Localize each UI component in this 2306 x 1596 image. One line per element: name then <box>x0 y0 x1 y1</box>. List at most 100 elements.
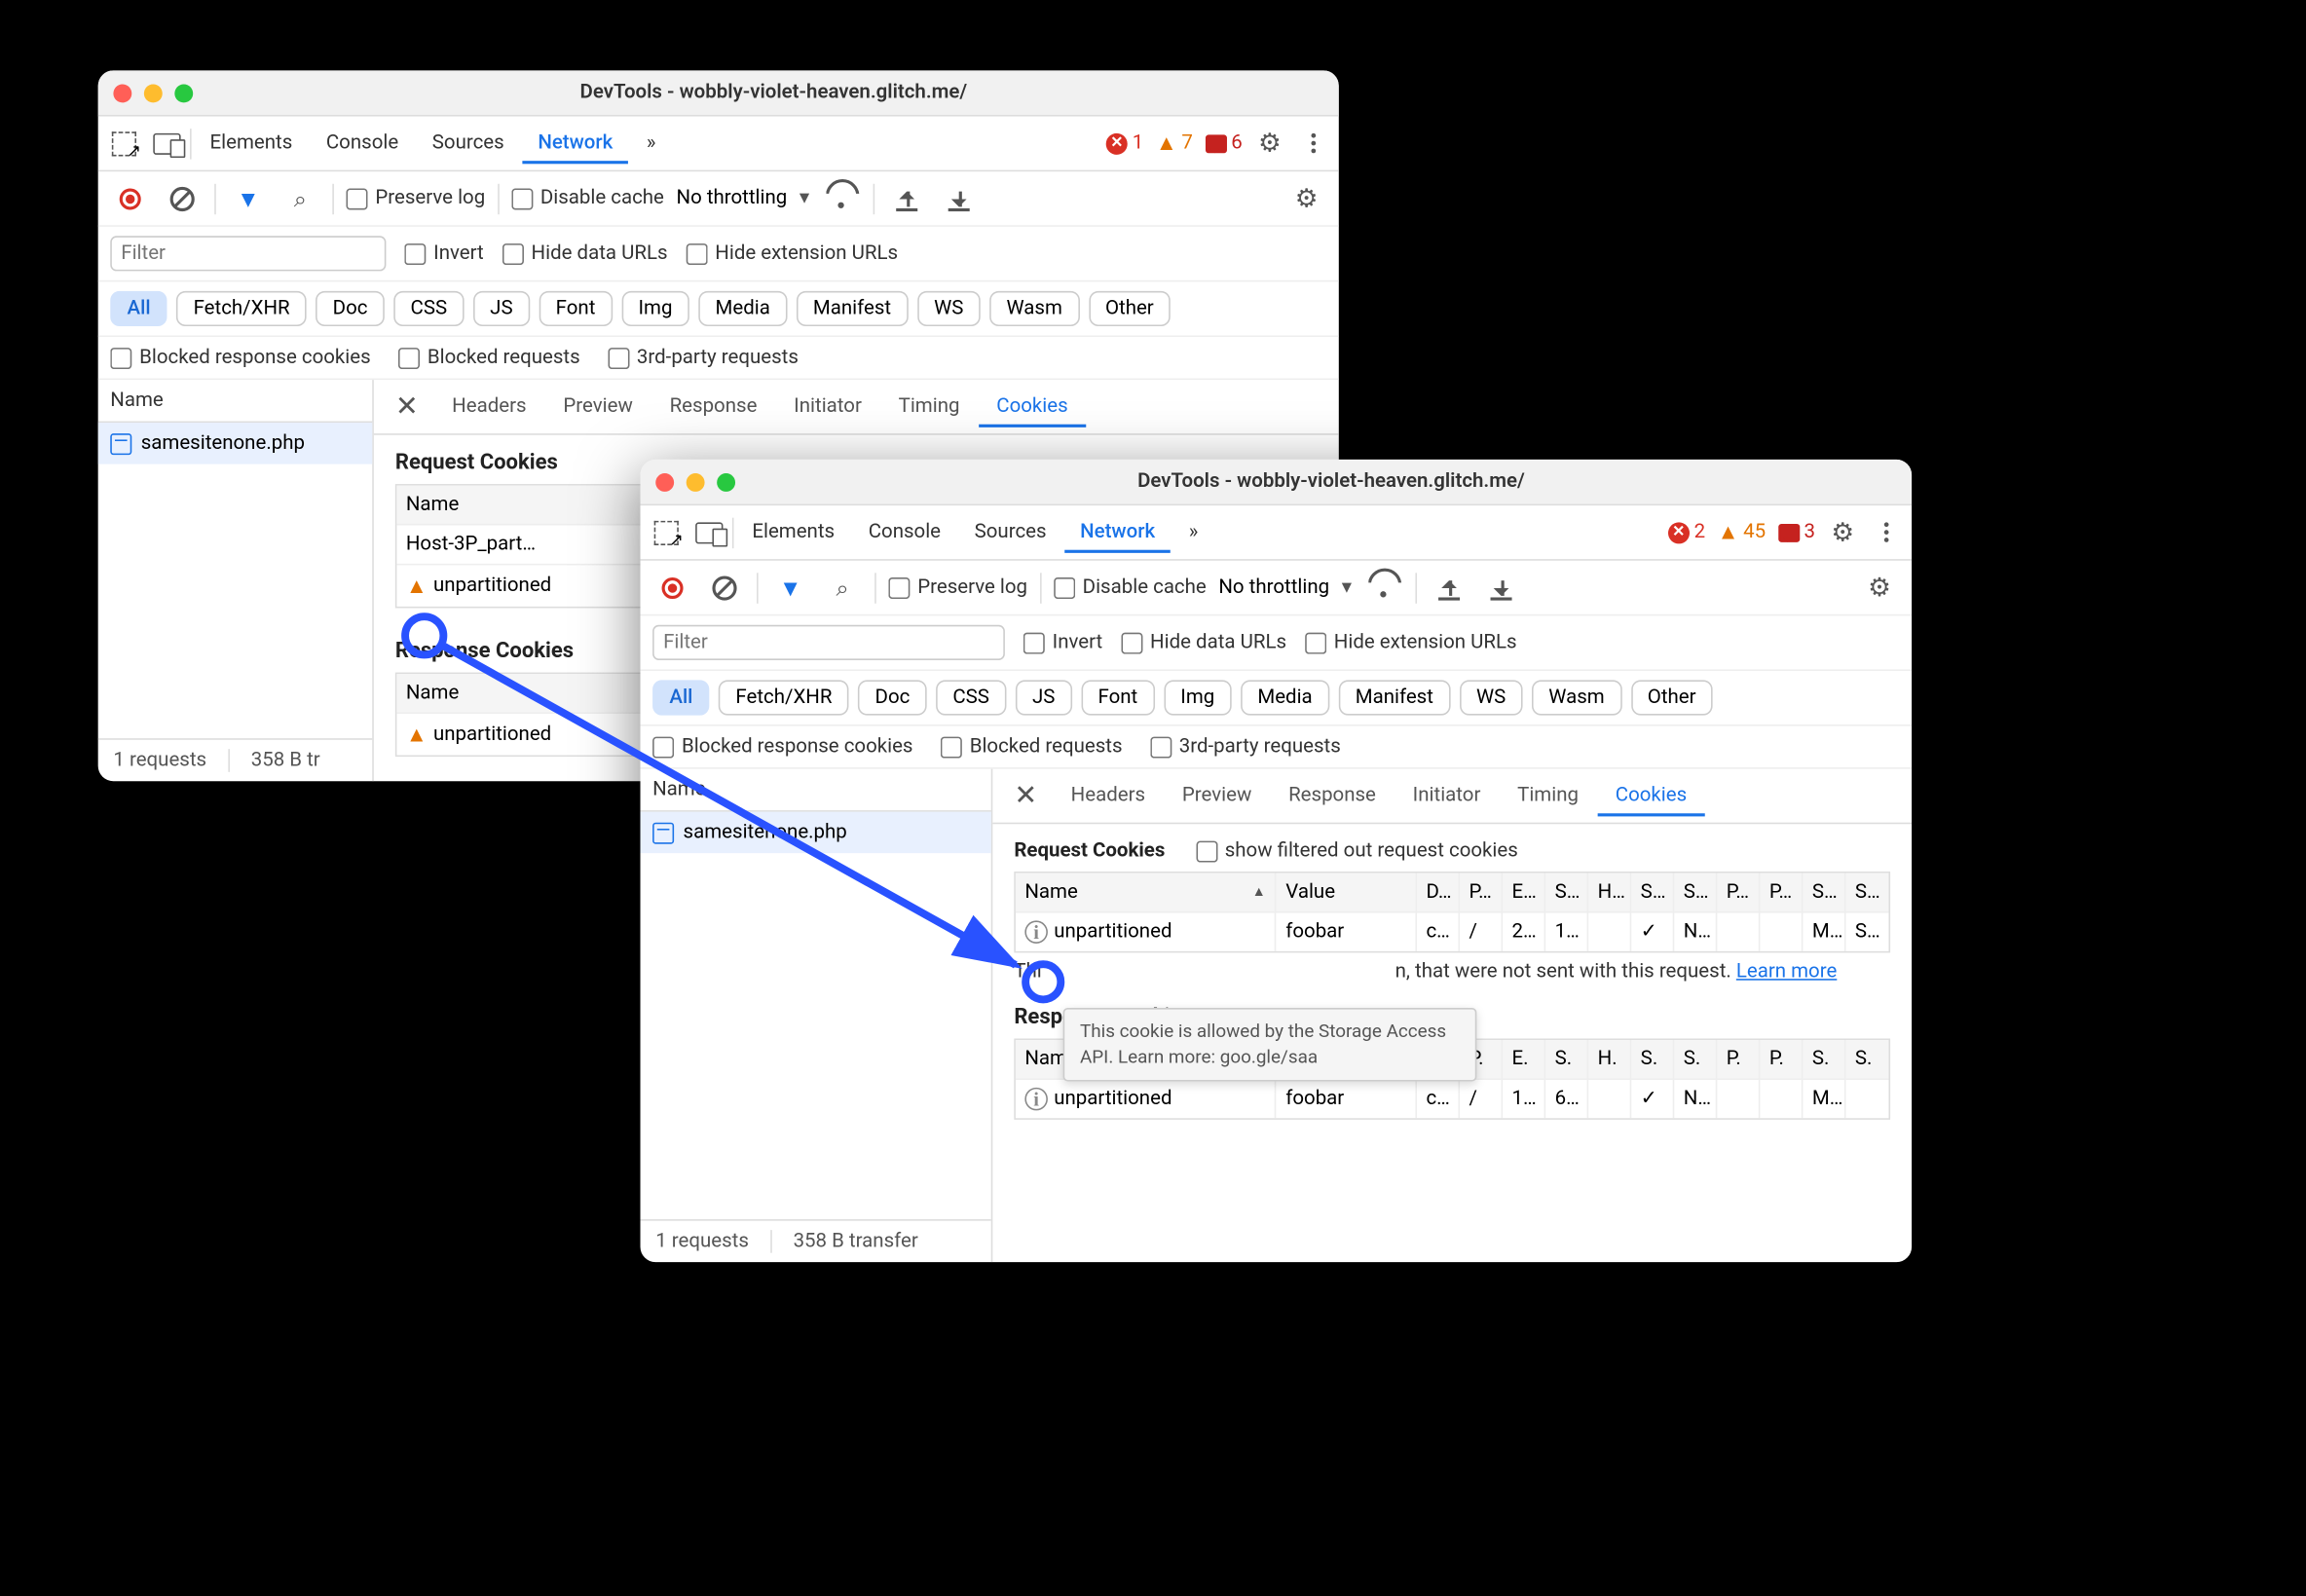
pill-font[interactable]: Font <box>1081 680 1154 715</box>
throttling-select[interactable]: No throttling <box>677 187 788 210</box>
pill-img[interactable]: Img <box>1164 680 1232 715</box>
tab-network[interactable]: Network <box>1064 511 1170 552</box>
subtab-timing[interactable]: Timing <box>1499 775 1597 816</box>
filter-toggle-icon[interactable]: ▼ <box>228 178 268 218</box>
subtab-initiator[interactable]: Initiator <box>775 386 879 427</box>
warning-badge[interactable]: ▲45 <box>1718 519 1767 545</box>
subtab-preview[interactable]: Preview <box>544 386 651 427</box>
preserve-log-checkbox[interactable]: Preserve log <box>888 575 1027 599</box>
thirdparty-checkbox[interactable]: 3rd-party requests <box>1150 735 1341 759</box>
disable-cache-checkbox[interactable]: Disable cache <box>511 187 664 210</box>
network-conditions-icon[interactable] <box>1364 568 1404 608</box>
request-row[interactable]: samesitenone.php <box>98 423 373 464</box>
pill-media[interactable]: Media <box>1241 680 1329 715</box>
tab-sources[interactable]: Sources <box>959 511 1061 552</box>
pill-wasm[interactable]: Wasm <box>989 291 1079 326</box>
zoom-window-icon[interactable] <box>174 84 193 102</box>
tab-console[interactable]: Console <box>853 511 956 552</box>
pill-all[interactable]: All <box>110 291 167 326</box>
pill-fetchxhr[interactable]: Fetch/XHR <box>176 291 307 326</box>
blocked-cookies-checkbox[interactable]: Blocked response cookies <box>110 346 370 369</box>
pill-media[interactable]: Media <box>698 291 787 326</box>
pill-css[interactable]: CSS <box>393 291 464 326</box>
subtab-cookies[interactable]: Cookies <box>1597 775 1705 816</box>
subtab-cookies[interactable]: Cookies <box>978 386 1086 427</box>
tab-elements[interactable]: Elements <box>737 511 850 552</box>
inspect-icon[interactable] <box>104 124 144 164</box>
filter-input[interactable] <box>652 625 1005 660</box>
blocked-cookies-checkbox[interactable]: Blocked response cookies <box>652 735 912 759</box>
pill-manifest[interactable]: Manifest <box>1338 680 1450 715</box>
pill-js[interactable]: JS <box>473 291 530 326</box>
subtab-preview[interactable]: Preview <box>1164 775 1270 816</box>
error-badge[interactable]: ✕2 <box>1668 521 1705 544</box>
close-detail-icon[interactable]: ✕ <box>380 390 433 423</box>
tab-sources[interactable]: Sources <box>417 123 519 164</box>
pill-wasm[interactable]: Wasm <box>1532 680 1621 715</box>
subtab-initiator[interactable]: Initiator <box>1395 775 1499 816</box>
name-column-header[interactable]: Name <box>641 769 991 812</box>
error-badge[interactable]: ✕1 <box>1106 131 1143 155</box>
subtab-timing[interactable]: Timing <box>880 386 979 427</box>
filter-input[interactable] <box>110 236 386 271</box>
pill-other[interactable]: Other <box>1630 680 1712 715</box>
pill-font[interactable]: Font <box>539 291 612 326</box>
clear-icon[interactable] <box>705 568 745 608</box>
tabs-overflow[interactable]: » <box>1173 511 1213 552</box>
pill-ws[interactable]: WS <box>1460 680 1523 715</box>
network-conditions-icon[interactable] <box>822 178 862 218</box>
record-icon[interactable] <box>652 568 692 608</box>
minimize-window-icon[interactable] <box>687 472 705 491</box>
hide-ext-urls-checkbox[interactable]: Hide extension URLs <box>1305 631 1517 654</box>
settings-icon[interactable]: ⚙ <box>1823 512 1863 552</box>
disable-cache-checkbox[interactable]: Disable cache <box>1054 575 1207 599</box>
tab-network[interactable]: Network <box>523 123 628 164</box>
cookie-row[interactable]: iunpartitioned foobar c… / 1… 6… ✓ N… M… <box>1016 1080 1889 1118</box>
blocked-requests-checkbox[interactable]: Blocked requests <box>398 346 580 369</box>
learn-more-link[interactable]: Learn more <box>1736 960 1837 984</box>
pill-manifest[interactable]: Manifest <box>797 291 909 326</box>
hide-data-urls-checkbox[interactable]: Hide data URLs <box>1121 631 1286 654</box>
close-window-icon[interactable] <box>113 84 131 102</box>
search-icon[interactable]: ⌕ <box>280 178 320 218</box>
tab-console[interactable]: Console <box>311 123 414 164</box>
zoom-window-icon[interactable] <box>717 472 735 491</box>
clear-icon[interactable] <box>163 178 203 218</box>
thirdparty-checkbox[interactable]: 3rd-party requests <box>608 346 799 369</box>
hide-ext-urls-checkbox[interactable]: Hide extension URLs <box>686 242 898 266</box>
warning-badge[interactable]: ▲7 <box>1156 130 1193 157</box>
name-column-header[interactable]: Name <box>98 380 373 423</box>
upload-har-icon[interactable] <box>887 178 927 218</box>
network-settings-icon[interactable]: ⚙ <box>1860 568 1900 608</box>
pill-ws[interactable]: WS <box>917 291 981 326</box>
subtab-headers[interactable]: Headers <box>1053 775 1164 816</box>
hide-data-urls-checkbox[interactable]: Hide data URLs <box>502 242 668 266</box>
tab-elements[interactable]: Elements <box>195 123 308 164</box>
pill-css[interactable]: CSS <box>936 680 1006 715</box>
device-toggle-icon[interactable] <box>147 124 187 164</box>
pill-fetchxhr[interactable]: Fetch/XHR <box>719 680 849 715</box>
kebab-menu-icon[interactable] <box>1293 124 1333 164</box>
pill-all[interactable]: All <box>652 680 710 715</box>
download-har-icon[interactable] <box>940 178 980 218</box>
cookie-row-unpartitioned[interactable]: iunpartitioned foobar c… / 2… 1… ✓ N… M…… <box>1016 913 1889 951</box>
issues-badge[interactable]: 3 <box>1778 521 1815 544</box>
pill-other[interactable]: Other <box>1089 291 1171 326</box>
record-icon[interactable] <box>110 178 150 218</box>
invert-checkbox[interactable]: Invert <box>404 242 484 266</box>
throttling-select[interactable]: No throttling <box>1218 575 1329 599</box>
filter-toggle-icon[interactable]: ▼ <box>770 568 810 608</box>
subtab-response[interactable]: Response <box>1270 775 1395 816</box>
close-window-icon[interactable] <box>655 472 674 491</box>
search-icon[interactable]: ⌕ <box>823 568 863 608</box>
pill-js[interactable]: JS <box>1016 680 1072 715</box>
settings-icon[interactable]: ⚙ <box>1250 124 1290 164</box>
pill-doc[interactable]: Doc <box>858 680 926 715</box>
download-har-icon[interactable] <box>1482 568 1522 608</box>
chevron-down-icon[interactable]: ▾ <box>1342 575 1352 599</box>
pill-doc[interactable]: Doc <box>316 291 384 326</box>
kebab-menu-icon[interactable] <box>1866 512 1906 552</box>
close-detail-icon[interactable]: ✕ <box>999 780 1053 812</box>
upload-har-icon[interactable] <box>1430 568 1469 608</box>
chevron-down-icon[interactable]: ▾ <box>800 187 809 210</box>
